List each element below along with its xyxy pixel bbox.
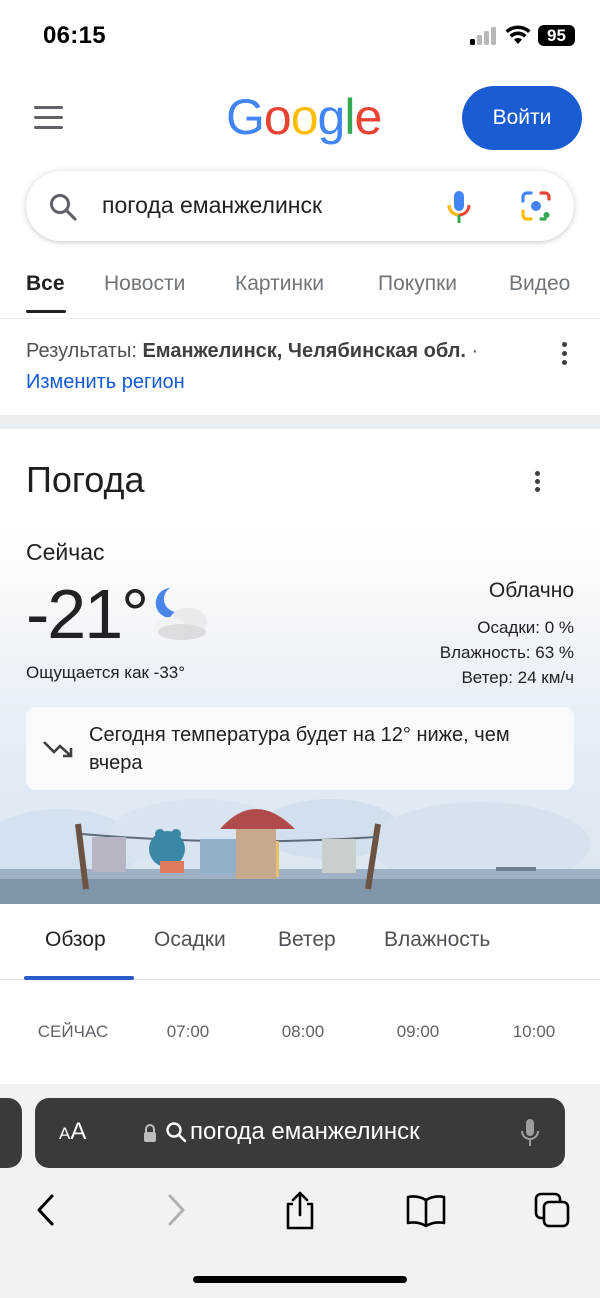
region-suffix: ·: [466, 340, 479, 362]
feels-like: Ощущается как -33°: [26, 663, 186, 682]
search-box[interactable]: погода еманжелинск: [26, 171, 574, 241]
weather-title: Погода: [26, 459, 145, 500]
active-forecast-tab-indicator: [24, 976, 134, 980]
search-tabs: Все Новости Картинки Покупки Видео: [0, 260, 600, 316]
share-icon[interactable]: [280, 1190, 320, 1230]
weather-card: Погода Сейчас -21° Ощущается как -33° Об…: [0, 429, 600, 904]
hour-label[interactable]: СЕЙЧАС: [23, 1022, 123, 1042]
cloudy-night-icon: [154, 588, 207, 640]
forward-icon[interactable]: [155, 1190, 195, 1230]
tab-humidity[interactable]: Влажность: [384, 928, 490, 952]
google-lens-icon[interactable]: [520, 190, 552, 222]
region-more-icon[interactable]: [561, 342, 567, 366]
logo-letter: o: [290, 89, 319, 145]
results-region: Результаты: Еманжелинск, Челябинская обл…: [0, 318, 600, 416]
lock-icon: [144, 1124, 156, 1142]
search-input[interactable]: погода еманжелинск: [102, 192, 322, 219]
tab-precipitation[interactable]: Осадки: [154, 928, 226, 952]
status-time: 06:15: [43, 22, 106, 49]
now-label: Сейчас: [26, 539, 105, 565]
logo-letter: l: [344, 89, 355, 145]
search-icon: [50, 194, 77, 221]
back-icon[interactable]: [27, 1190, 67, 1230]
tab-images[interactable]: Картинки: [235, 272, 324, 296]
temperature-change-note: Сегодня температура будет на 12° ниже, ч…: [26, 707, 574, 790]
url-search-icon: [166, 1122, 187, 1143]
temperature-change-text: Сегодня температура будет на 12° ниже, ч…: [89, 724, 510, 774]
tab-wind[interactable]: Ветер: [278, 928, 336, 952]
weather-illustration: [0, 799, 600, 904]
forecast-tabs: Обзор Осадки Ветер Влажность: [0, 904, 600, 980]
logo-letter: e: [354, 89, 382, 145]
dictation-mic-icon[interactable]: [519, 1118, 541, 1148]
reader-settings-button[interactable]: AA: [59, 1118, 86, 1146]
tabs-icon[interactable]: [532, 1190, 572, 1230]
logo-letter: g: [317, 89, 346, 145]
address-bar[interactable]: AA погода еманжелинск: [35, 1098, 565, 1168]
google-header: Google Войти: [0, 72, 600, 164]
signin-button[interactable]: Войти: [462, 86, 582, 150]
trend-down-icon: [43, 741, 73, 758]
logo-letter: G: [226, 89, 265, 145]
status-bar: 06:15 95: [0, 0, 600, 72]
weather-more-icon[interactable]: [534, 471, 540, 495]
safari-toolbar: AA погода еманжелинск: [0, 1084, 600, 1298]
section-divider: [0, 415, 600, 429]
weather-condition: Облачно: [488, 579, 574, 602]
battery-icon: 95: [538, 25, 575, 46]
address-text[interactable]: погода еманжелинск: [190, 1118, 420, 1146]
hour-label[interactable]: 08:00: [253, 1022, 353, 1042]
tab-video[interactable]: Видео: [509, 272, 570, 296]
change-region-link[interactable]: Изменить регион: [26, 371, 185, 394]
signal-icon: [470, 27, 498, 45]
google-logo[interactable]: Google: [226, 88, 382, 146]
active-tab-indicator: [26, 310, 66, 313]
humidity: Влажность: 63 %: [439, 643, 574, 662]
wifi-icon: [505, 25, 531, 44]
tab-news[interactable]: Новости: [104, 272, 185, 296]
region-label: Результаты: Еманжелинск, Челябинская обл…: [26, 340, 478, 363]
bookmarks-icon[interactable]: [406, 1190, 446, 1230]
hour-label[interactable]: 07:00: [138, 1022, 238, 1042]
hourly-timeline: СЕЙЧАС 07:00 08:00 09:00 10:00: [0, 1000, 600, 1084]
logo-letter: o: [263, 89, 292, 145]
wind: Ветер: 24 км/ч: [461, 668, 574, 687]
region-location: Еманжелинск, Челябинская обл.: [142, 340, 466, 362]
tab-shopping[interactable]: Покупки: [378, 272, 457, 296]
previous-tab-preview[interactable]: [0, 1098, 22, 1168]
precipitation: Осадки: 0 %: [477, 618, 574, 637]
voice-search-icon[interactable]: [446, 190, 472, 224]
hour-label[interactable]: 10:00: [484, 1022, 584, 1042]
current-temperature: -21°: [26, 575, 149, 653]
home-indicator[interactable]: [193, 1276, 407, 1283]
hamburger-menu-icon[interactable]: [34, 106, 64, 130]
tab-overview[interactable]: Обзор: [45, 928, 106, 952]
hour-label[interactable]: 09:00: [368, 1022, 468, 1042]
tab-all[interactable]: Все: [26, 272, 65, 296]
region-prefix: Результаты:: [26, 340, 143, 362]
